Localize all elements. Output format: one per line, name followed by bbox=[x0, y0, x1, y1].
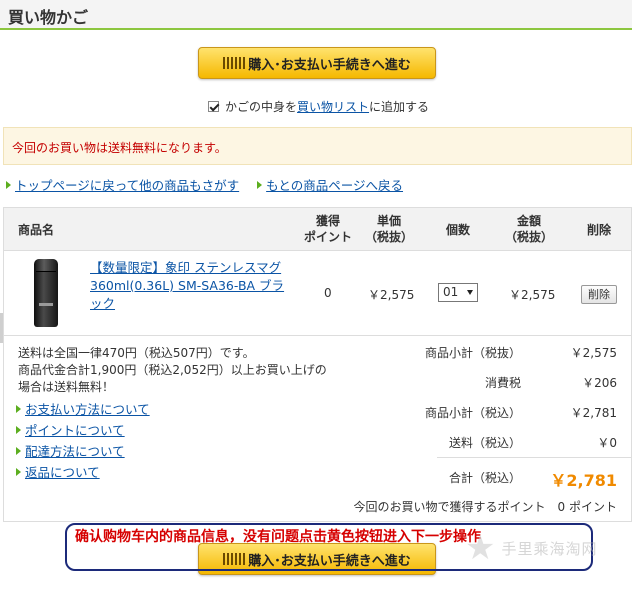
nav-links: トップページに戻って他の商品もさがす もとの商品ページへ戻る bbox=[6, 175, 417, 194]
back-to-top-link[interactable]: トップページに戻って他の商品もさがす bbox=[15, 178, 239, 193]
wishlist-prefix: かごの中身を bbox=[225, 100, 298, 114]
wishlist-checkbox[interactable] bbox=[208, 101, 219, 112]
annotation-text: 确认购物车内的商品信息，没有问题点击黄色按钮进入下一步操作 bbox=[75, 529, 481, 545]
quantity-select[interactable]: 01 bbox=[438, 283, 478, 302]
cart-icon bbox=[223, 57, 246, 69]
table-header: 商品名 獲得 ポイント 単価 （税抜） 個数 金額 （税抜） 削除 bbox=[4, 208, 631, 251]
checkout-button-label: 購入･お支払い手続きへ進む bbox=[248, 57, 411, 73]
arrow-icon bbox=[16, 468, 21, 476]
product-name-link[interactable]: 【数量限定】象印 ステンレスマグ 360ml(0.36L) SM-SA36-BA… bbox=[90, 259, 290, 313]
return-info-link[interactable]: 返品について bbox=[25, 465, 100, 480]
summary-divider bbox=[437, 457, 631, 458]
star-icon: ★ bbox=[465, 528, 496, 568]
wishlist-row: かごの中身を 買い物リスト に追加する bbox=[208, 98, 429, 115]
arrow-icon bbox=[16, 405, 21, 413]
points-info-link[interactable]: ポイントについて bbox=[25, 423, 125, 438]
quantity-value: 01 bbox=[443, 285, 459, 299]
page-title: 買い物かご bbox=[8, 8, 89, 27]
earned-points: 今回のお買い物で獲得するポイント 0 ポイント bbox=[353, 500, 617, 514]
col-qty: 個数 bbox=[445, 223, 470, 237]
scroll-handle[interactable] bbox=[0, 313, 3, 343]
col-amount: 金額 （税抜） bbox=[504, 214, 553, 244]
arrow-icon bbox=[6, 181, 11, 189]
item-amount: ￥2,575 bbox=[509, 288, 556, 302]
arrow-icon bbox=[257, 181, 263, 189]
watermark-text: 手里乘海淘网 bbox=[501, 539, 598, 558]
col-points: 獲得 ポイント bbox=[303, 214, 352, 244]
watermark: ★ 手里乘海淘网 bbox=[465, 528, 598, 568]
checkout-button-top[interactable]: 購入･お支払い手続きへ進む bbox=[198, 47, 436, 79]
arrow-icon bbox=[16, 426, 21, 434]
item-unit-price: ￥2,575 bbox=[368, 288, 415, 302]
col-delete: 削除 bbox=[586, 223, 611, 237]
product-image[interactable] bbox=[34, 259, 58, 327]
total-amount: ￥2,781 bbox=[550, 471, 617, 490]
arrow-icon bbox=[16, 447, 21, 455]
cart-table: 商品名 獲得 ポイント 単価 （税抜） 個数 金額 （税抜） 削除 【数量限定】象印 … bbox=[3, 207, 632, 522]
wishlist-link[interactable]: 買い物リスト bbox=[297, 98, 369, 115]
col-unit-price: 単価 （税抜） bbox=[364, 214, 413, 244]
delivery-info-link[interactable]: 配達方法について bbox=[25, 444, 125, 459]
payment-info-link[interactable]: お支払い方法について bbox=[25, 402, 150, 417]
free-shipping-notice: 今回のお買い物は送料無料になります。 bbox=[3, 127, 632, 165]
table-row: 【数量限定】象印 ステンレスマグ 360ml(0.36L) SM-SA36-BA… bbox=[4, 251, 631, 336]
shipping-info: 送料は全国一律470円（税込507円）です。 商品代金合計1,900円（税込2,… bbox=[18, 346, 327, 394]
item-points: 0 bbox=[324, 286, 332, 300]
wishlist-suffix: に追加する bbox=[369, 100, 430, 114]
chevron-down-icon bbox=[467, 290, 473, 295]
back-to-product-link[interactable]: もとの商品ページへ戻る bbox=[266, 178, 403, 193]
delete-button[interactable]: 削除 bbox=[581, 285, 617, 304]
page-header: 買い物かご bbox=[0, 0, 632, 30]
info-links: お支払い方法について ポイントについて 配達方法について 返品について bbox=[16, 399, 150, 483]
col-product: 商品名 bbox=[18, 223, 55, 237]
